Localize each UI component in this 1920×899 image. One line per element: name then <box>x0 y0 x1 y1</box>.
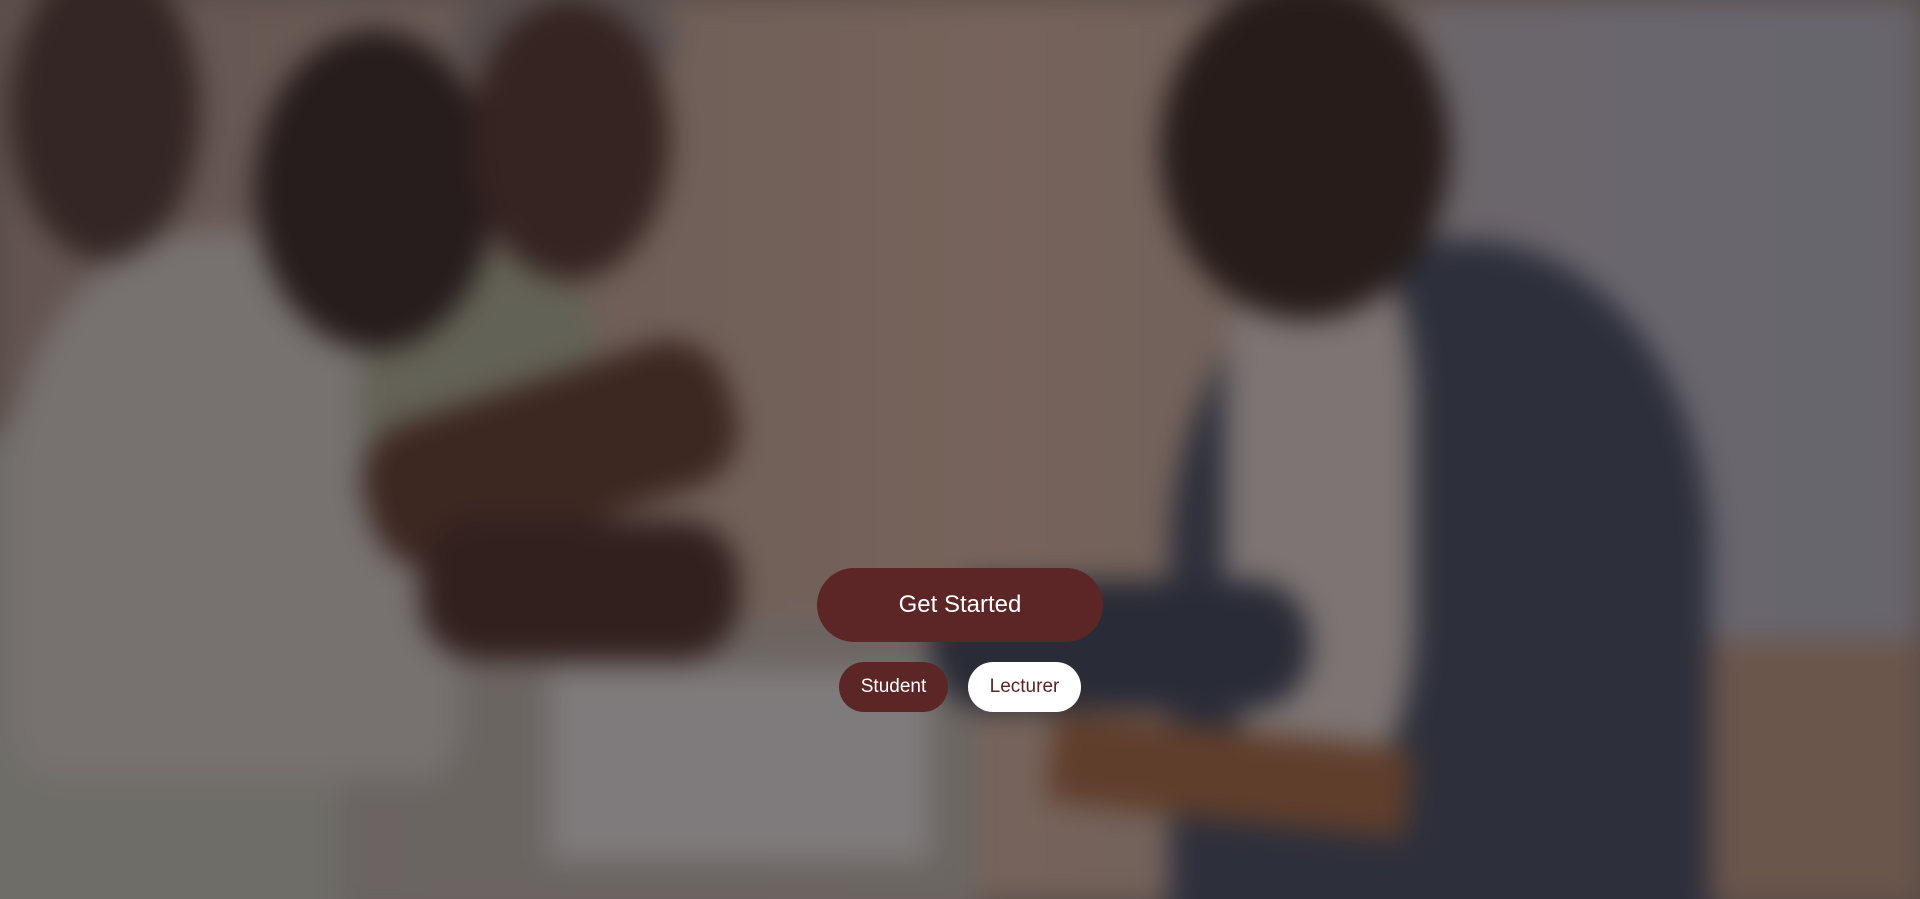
background-overlay <box>0 0 1920 899</box>
lecturer-role-button[interactable]: Lecturer <box>968 662 1081 712</box>
student-role-button[interactable]: Student <box>839 662 948 712</box>
landing-page: Get Started Student Lecturer <box>0 0 1920 899</box>
role-selector: Student Lecturer <box>839 662 1081 712</box>
call-to-action-group: Get Started Student Lecturer <box>0 568 1920 712</box>
get-started-button[interactable]: Get Started <box>817 568 1103 642</box>
